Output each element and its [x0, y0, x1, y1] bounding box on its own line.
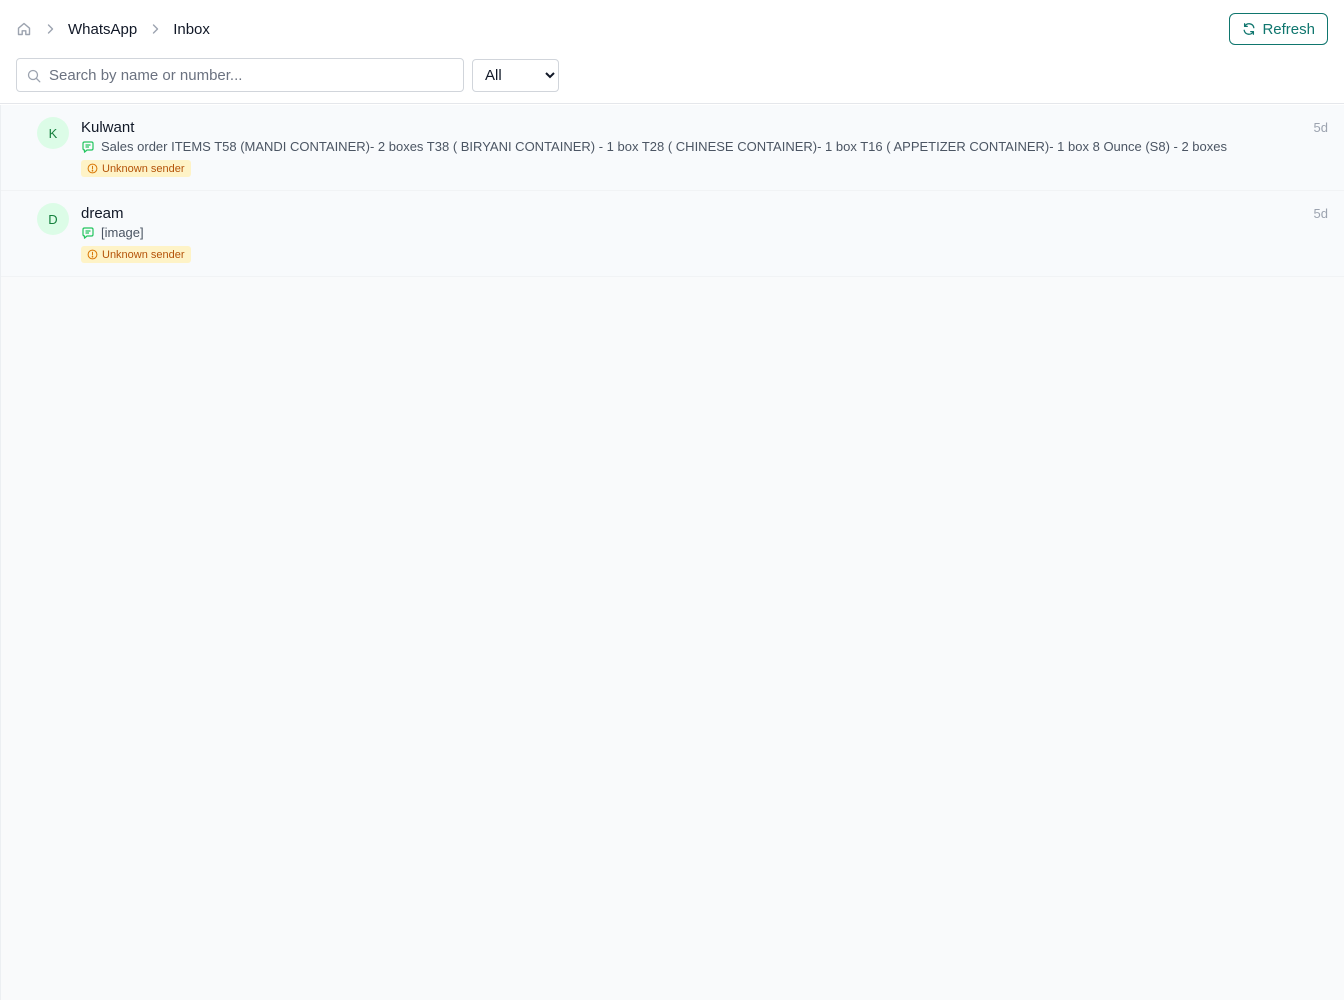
contact-name: dream: [81, 205, 124, 222]
chevron-right-icon: [44, 23, 56, 35]
badge-text: Unknown sender: [102, 248, 185, 261]
page-header: WhatsApp Inbox Refresh All: [0, 0, 1344, 104]
message-preview: Sales order ITEMS T58 (MANDI CONTAINER)-…: [81, 139, 1227, 154]
status-badge: Unknown sender: [81, 246, 191, 263]
message-time: 5d: [1313, 206, 1328, 221]
breadcrumb-whatsapp[interactable]: WhatsApp: [68, 21, 137, 38]
message-circle-icon: [81, 226, 95, 240]
contact-name: Kulwant: [81, 119, 135, 136]
conversation-list: K Kulwant 5d Sales order ITEMS T58 (MAND…: [0, 105, 1344, 1000]
avatar: K: [37, 117, 69, 149]
search-box: [16, 58, 464, 92]
refresh-label: Refresh: [1262, 20, 1315, 38]
breadcrumb: WhatsApp Inbox: [16, 19, 210, 39]
filter-select[interactable]: All: [472, 59, 559, 92]
message-time: 5d: [1313, 120, 1328, 135]
refresh-icon: [1244, 23, 1255, 35]
message-circle-icon: [81, 140, 95, 154]
alert-circle-icon: [87, 249, 98, 260]
status-badge: Unknown sender: [81, 160, 191, 177]
breadcrumb-inbox: Inbox: [173, 20, 210, 38]
chevron-right-icon: [149, 23, 161, 35]
preview-text: [image]: [101, 225, 144, 240]
message-preview: [image]: [81, 225, 144, 240]
refresh-button[interactable]: Refresh: [1229, 13, 1328, 45]
alert-circle-icon: [87, 163, 98, 174]
conversation-item[interactable]: D dream 5d [image] Unknown sender: [1, 191, 1344, 277]
avatar: D: [37, 203, 69, 235]
search-input[interactable]: [17, 59, 463, 91]
search-icon: [27, 69, 41, 83]
home-icon[interactable]: [16, 21, 32, 37]
badge-text: Unknown sender: [102, 162, 185, 175]
preview-text: Sales order ITEMS T58 (MANDI CONTAINER)-…: [101, 139, 1227, 154]
conversation-item[interactable]: K Kulwant 5d Sales order ITEMS T58 (MAND…: [1, 105, 1344, 191]
